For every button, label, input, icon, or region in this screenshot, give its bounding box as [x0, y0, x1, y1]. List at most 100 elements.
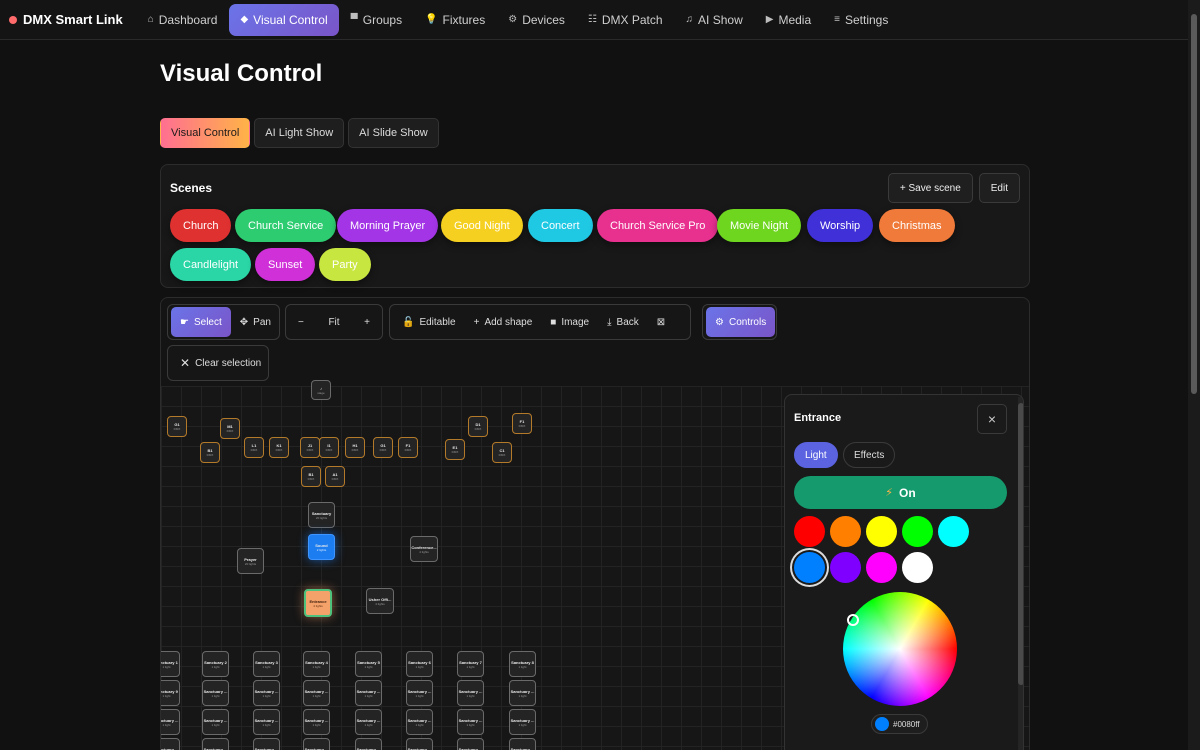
- scene-movie-night[interactable]: Movie Night: [717, 209, 802, 242]
- image-button[interactable]: ■ Image: [541, 307, 598, 337]
- sanctuary-light-node[interactable]: Sanctuary 41 light: [303, 651, 330, 677]
- zoom-out-button[interactable]: −: [289, 307, 313, 337]
- group-node[interactable]: Prayer 20 lights: [237, 548, 264, 574]
- sanctuary-light-node[interactable]: Sanctuary ...1 light: [509, 680, 536, 706]
- sanctuary-light-node[interactable]: Sanctuary ...1 light: [303, 709, 330, 735]
- sanctuary-light-node[interactable]: Sanctuary ...1 light: [509, 709, 536, 735]
- scene-concert[interactable]: Concert: [528, 209, 593, 242]
- fixture-node[interactable]: F1 DMX: [512, 413, 532, 434]
- edit-scenes-button[interactable]: Edit: [978, 173, 1020, 203]
- sanctuary-light-node[interactable]: Sanctuary 31 light: [253, 651, 280, 677]
- save-scene-button[interactable]: + Save scene: [887, 173, 973, 203]
- sanctuary-light-node[interactable]: Sanctuary ...1 light: [457, 680, 484, 706]
- scene-sunset[interactable]: Sunset: [255, 248, 316, 281]
- stage-node[interactable]: ♪ stage: [311, 380, 331, 400]
- nav-dmx-patch[interactable]: ☷ DMX Patch: [577, 4, 674, 36]
- sanctuary-light-node[interactable]: Sanctuary ...1 light: [253, 738, 280, 750]
- scene-party[interactable]: Party: [319, 248, 371, 281]
- sanctuary-light-node[interactable]: Sanctuary 21 light: [202, 651, 229, 677]
- color-swatch[interactable]: [866, 552, 897, 583]
- nav-settings[interactable]: ≡ Settings: [823, 4, 899, 36]
- sanctuary-light-node[interactable]: Sanctuary 71 light: [457, 651, 484, 677]
- scene-christmas[interactable]: Christmas: [879, 209, 955, 242]
- scene-good-night[interactable]: Good Night: [441, 209, 523, 242]
- power-on-button[interactable]: ⚡ On: [794, 476, 1007, 509]
- back-button[interactable]: ⤓ Back: [598, 307, 648, 337]
- clear-selection-button[interactable]: ✕ Clear selection: [171, 348, 270, 378]
- fixture-node[interactable]: K1 DMX: [269, 437, 289, 458]
- sanctuary-light-node[interactable]: Sanctuary ...1 light: [303, 680, 330, 706]
- scene-candlelight[interactable]: Candlelight: [170, 248, 252, 281]
- fixture-node[interactable]: L1 DMX: [244, 437, 264, 458]
- color-swatch[interactable]: [866, 516, 897, 547]
- nav-groups[interactable]: ▀ Groups: [340, 4, 413, 36]
- fixture-node[interactable]: E1 DMX: [445, 439, 465, 460]
- fixture-node[interactable]: B1 DMX: [301, 466, 321, 487]
- tab-effects[interactable]: Effects: [843, 442, 896, 468]
- nav-dashboard[interactable]: ⌂ Dashboard: [137, 4, 229, 36]
- sanctuary-light-node[interactable]: Sanctuary ...1 light: [161, 738, 180, 750]
- fixture-node[interactable]: G1 DMX: [167, 416, 187, 437]
- scene-church-service-pro[interactable]: Church Service Pro: [597, 209, 719, 242]
- sanctuary-light-node[interactable]: Sanctuary ...1 light: [253, 709, 280, 735]
- color-swatch[interactable]: [902, 516, 933, 547]
- nav-ai-show[interactable]: ♫ AI Show: [675, 4, 754, 36]
- close-panel-button[interactable]: ×: [977, 404, 1007, 434]
- group-node[interactable]: Usher Offi... 4 lights: [366, 588, 394, 614]
- select-tool-button[interactable]: ☛ Select: [171, 307, 231, 337]
- hex-color-display[interactable]: #0080ff: [871, 714, 928, 734]
- sanctuary-light-node[interactable]: Sanctuary ...1 light: [406, 680, 433, 706]
- zoom-in-button[interactable]: +: [355, 307, 379, 337]
- scene-worship[interactable]: Worship: [807, 209, 874, 242]
- fixture-node[interactable]: I1 DMX: [319, 437, 339, 458]
- scene-church-service[interactable]: Church Service: [235, 209, 337, 242]
- sanctuary-light-node[interactable]: Sanctuary 81 light: [509, 651, 536, 677]
- color-swatch[interactable]: [938, 516, 969, 547]
- fixture-node[interactable]: D1 DMX: [468, 416, 488, 437]
- pan-tool-button[interactable]: ✥ Pan: [231, 307, 280, 337]
- controls-button[interactable]: ⚙ Controls: [706, 307, 776, 337]
- fixture-node[interactable]: J1 DMX: [300, 437, 320, 458]
- panel-scrollbar[interactable]: [1018, 397, 1023, 750]
- nav-visual-control[interactable]: ◆ Visual Control: [229, 3, 339, 36]
- sanctuary-light-node[interactable]: Sanctuary ...1 light: [253, 680, 280, 706]
- color-swatch[interactable]: [902, 552, 933, 583]
- sanctuary-light-node[interactable]: Sanctuary ...1 light: [202, 709, 229, 735]
- color-swatch[interactable]: [830, 552, 861, 583]
- fixture-node[interactable]: G1 DMX: [373, 437, 393, 458]
- delete-button[interactable]: ⊠: [648, 307, 674, 337]
- scene-church[interactable]: Church: [170, 209, 232, 242]
- sanctuary-light-node[interactable]: Sanctuary ...1 light: [355, 709, 382, 735]
- group-node[interactable]: Entrance 4 lights: [304, 589, 332, 617]
- sanctuary-light-node[interactable]: Sanctuary ...1 light: [406, 738, 433, 750]
- color-swatch[interactable]: [830, 516, 861, 547]
- add-shape-button[interactable]: + Add shape: [465, 307, 542, 337]
- group-node[interactable]: Sound 2 lights: [308, 534, 335, 560]
- fixture-node[interactable]: H1 DMX: [345, 437, 365, 458]
- fixture-node[interactable]: C1 DMX: [492, 442, 512, 463]
- sanctuary-light-node[interactable]: Sanctuary ...1 light: [202, 680, 229, 706]
- color-swatch[interactable]: [794, 516, 825, 547]
- panel-scrollbar-thumb[interactable]: [1018, 403, 1023, 685]
- sanctuary-light-node[interactable]: Sanctuary 11 light: [161, 651, 180, 677]
- sanctuary-light-node[interactable]: Sanctuary ...1 light: [457, 738, 484, 750]
- page-scrollbar-thumb[interactable]: [1191, 14, 1197, 394]
- tab-light[interactable]: Light: [794, 442, 838, 468]
- sanctuary-light-node[interactable]: Sanctuary ...1 light: [202, 738, 229, 750]
- sanctuary-light-node[interactable]: Sanctuary 91 light: [161, 680, 180, 706]
- sanctuary-light-node[interactable]: Sanctuary ...1 light: [355, 680, 382, 706]
- nav-devices[interactable]: ⚙ Devices: [497, 4, 576, 36]
- sanctuary-light-node[interactable]: Sanctuary ...1 light: [355, 738, 382, 750]
- sanctuary-light-node[interactable]: Sanctuary ...1 light: [161, 709, 180, 735]
- sanctuary-light-node[interactable]: Sanctuary ...1 light: [406, 709, 433, 735]
- editable-toggle[interactable]: 🔓 Editable: [393, 307, 465, 337]
- brand[interactable]: DMX Smart Link: [9, 12, 123, 27]
- sanctuary-light-node[interactable]: Sanctuary ...1 light: [303, 738, 330, 750]
- group-node[interactable]: Sanctuary 20 lights: [308, 502, 335, 528]
- page-scrollbar[interactable]: [1188, 0, 1200, 750]
- color-swatch[interactable]: [794, 552, 825, 583]
- fixture-node[interactable]: B1 DMX: [200, 442, 220, 463]
- fixture-node[interactable]: M1 DMX: [220, 418, 240, 439]
- sanctuary-light-node[interactable]: Sanctuary 51 light: [355, 651, 382, 677]
- sanctuary-light-node[interactable]: Sanctuary ...1 light: [509, 738, 536, 750]
